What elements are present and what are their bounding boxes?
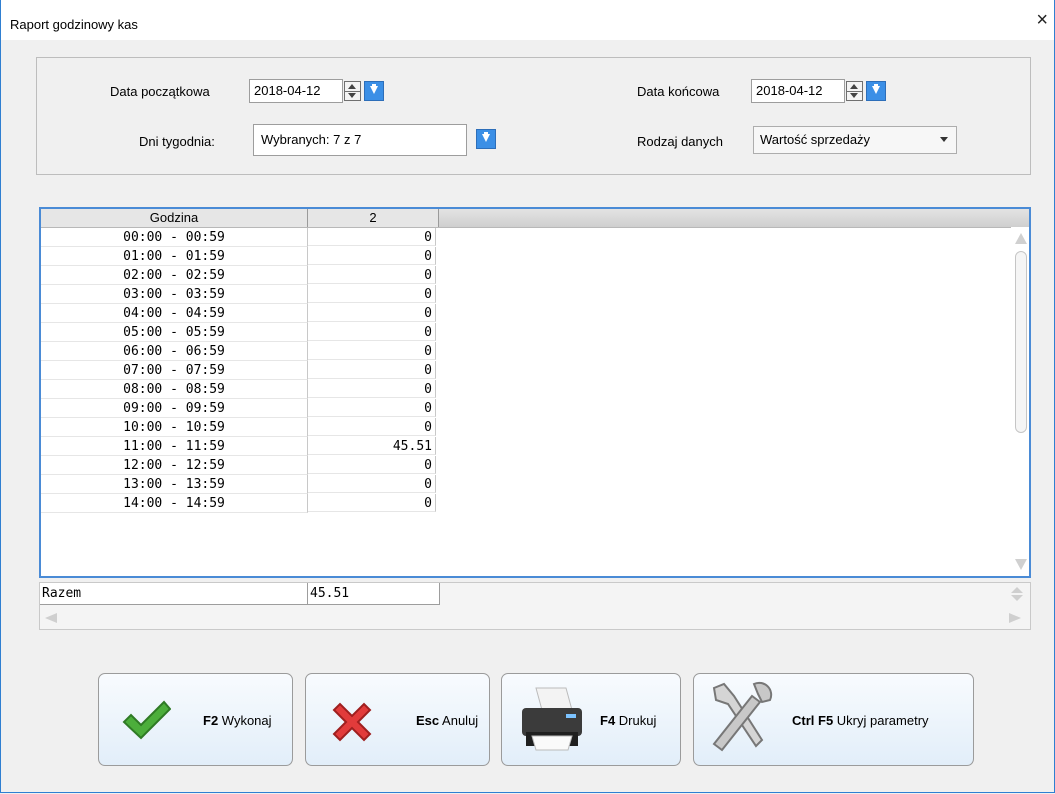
hour-cell: 11:00 - 11:59 <box>41 437 308 456</box>
scroll-right-icon[interactable] <box>1008 612 1022 624</box>
end-date-picker-icon[interactable] <box>866 81 886 101</box>
start-date-picker-icon[interactable] <box>364 81 384 101</box>
parameters-panel <box>36 57 1031 175</box>
vertical-scrollbar[interactable] <box>1011 227 1029 576</box>
close-icon[interactable]: × <box>1036 10 1048 30</box>
tools-icon <box>712 681 773 752</box>
total-value: 45.51 <box>308 583 440 605</box>
hour-cell: 04:00 - 04:59 <box>41 304 308 323</box>
value-cell: 0 <box>308 304 436 322</box>
run-button-label: F2 Wykonaj <box>203 713 272 728</box>
start-date-label: Data początkowa <box>110 84 210 99</box>
end-date-spinner[interactable] <box>846 81 863 101</box>
weekdays-label: Dni tygodnia: <box>139 134 215 149</box>
hide-parameters-button-label: Ctrl F5 Ukryj parametry <box>792 713 929 728</box>
hour-cell: 13:00 - 13:59 <box>41 475 308 494</box>
value-cell: 0 <box>308 361 436 379</box>
value-cell: 0 <box>308 266 436 284</box>
value-cell: 0 <box>308 456 436 474</box>
cancel-button[interactable]: Esc Anuluj <box>305 673 490 766</box>
checkmark-icon <box>122 700 171 740</box>
value-cell: 0 <box>308 399 436 417</box>
start-date-spinner[interactable] <box>344 81 361 101</box>
weekdays-field[interactable]: Wybranych: 7 z 7 <box>253 124 467 156</box>
close-icon <box>332 702 372 742</box>
datatype-select[interactable]: Wartość sprzedaży <box>753 126 957 154</box>
hour-cell: 09:00 - 09:59 <box>41 399 308 418</box>
total-label: Razem <box>40 583 308 605</box>
end-date-field[interactable]: 2018-04-12 <box>751 79 845 103</box>
value-cell: 0 <box>308 285 436 303</box>
value-cell: 0 <box>308 494 436 512</box>
hour-cell: 08:00 - 08:59 <box>41 380 308 399</box>
value-cell: 0 <box>308 323 436 341</box>
hour-cell: 06:00 - 06:59 <box>41 342 308 361</box>
datatype-label: Rodzaj danych <box>637 134 723 149</box>
hour-cell: 14:00 - 14:59 <box>41 494 308 513</box>
value-cell: 0 <box>308 247 436 265</box>
scroll-updown-icon[interactable] <box>1010 586 1024 602</box>
hour-cell: 00:00 - 00:59 <box>41 228 308 247</box>
printer-icon <box>522 687 582 751</box>
value-cell: 0 <box>308 228 436 246</box>
column-header-register[interactable]: 2 <box>308 209 439 227</box>
scroll-left-icon[interactable] <box>44 612 58 624</box>
value-cell: 0 <box>308 342 436 360</box>
hide-parameters-button[interactable]: Ctrl F5 Ukryj parametry <box>693 673 974 766</box>
chevron-down-icon <box>940 137 948 146</box>
column-header-hour[interactable]: Godzina <box>41 209 308 227</box>
datatype-selected-value: Wartość sprzedaży <box>760 132 871 147</box>
hour-cell: 07:00 - 07:59 <box>41 361 308 380</box>
totals-footer: Razem 45.51 <box>39 582 1031 630</box>
hour-cell: 12:00 - 12:59 <box>41 456 308 475</box>
end-date-label: Data końcowa <box>637 84 720 99</box>
cancel-button-label: Esc Anuluj <box>416 713 479 728</box>
value-cell: 0 <box>308 475 436 493</box>
print-button[interactable]: F4 Drukuj <box>501 673 681 766</box>
scrollbar-thumb[interactable] <box>1015 251 1027 433</box>
scroll-up-icon[interactable] <box>1015 233 1027 244</box>
report-window: Raport godzinowy kas × Data początkowa 2… <box>0 0 1055 793</box>
window-title: Raport godzinowy kas <box>10 17 138 32</box>
value-cell: 0 <box>308 418 436 436</box>
hour-cell: 01:00 - 01:59 <box>41 247 308 266</box>
hour-cell: 10:00 - 10:59 <box>41 418 308 437</box>
title-bar: Raport godzinowy kas × <box>1 0 1054 40</box>
value-cell: 0 <box>308 380 436 398</box>
value-cell: 45.51 <box>308 437 436 455</box>
hour-cell: 02:00 - 02:59 <box>41 266 308 285</box>
start-date-field[interactable]: 2018-04-12 <box>249 79 343 103</box>
scroll-down-icon[interactable] <box>1015 559 1027 570</box>
hourly-report-grid[interactable]: Godzina 2 00:00 - 00:59 0 01:00 - 01:59 0 02… <box>39 207 1031 578</box>
weekdays-picker-icon[interactable] <box>476 129 496 149</box>
print-button-label: F4 Drukuj <box>600 713 657 728</box>
hour-cell: 03:00 - 03:59 <box>41 285 308 304</box>
hour-cell: 05:00 - 05:59 <box>41 323 308 342</box>
run-button[interactable]: F2 Wykonaj <box>98 673 293 766</box>
grid-header: Godzina 2 <box>41 209 1029 228</box>
